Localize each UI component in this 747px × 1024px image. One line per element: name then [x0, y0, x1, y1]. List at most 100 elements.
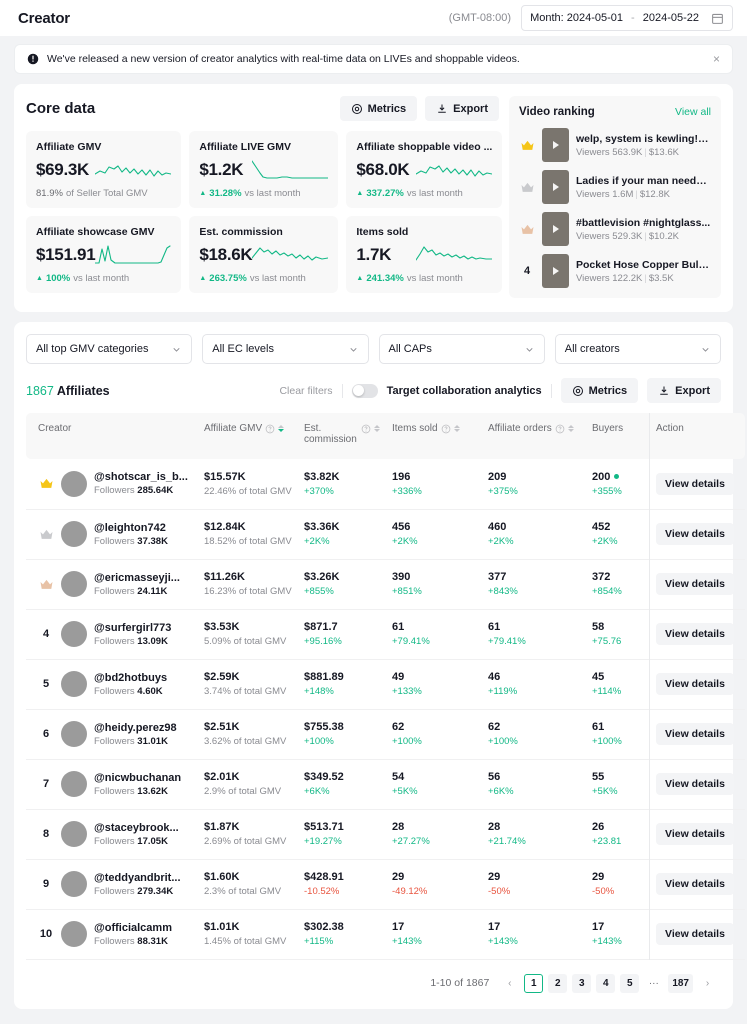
video-thumbnail[interactable] [542, 170, 569, 204]
video-ranking-item[interactable]: #battlevision #nightglass... Viewers 529.… [519, 208, 711, 250]
table-cell: 61 +100% [586, 709, 650, 759]
cell-value: $428.91 [304, 871, 344, 883]
video-ranking-item[interactable]: Ladies if your man needs ... Viewers 1.6M… [519, 166, 711, 208]
filter-label: All creators [564, 343, 620, 355]
pagination-page-last[interactable]: 187 [668, 973, 693, 993]
table-cell: 45 +114% [586, 659, 650, 709]
cell-delta: +5K% [592, 786, 618, 797]
table-header-affiliate-gmv[interactable]: Affiliate GMV [198, 413, 298, 459]
table-row[interactable]: @ericmasseyji... Followers 24.11K $11.26K 1… [26, 559, 745, 609]
sort-toggle[interactable] [567, 424, 574, 432]
cell-delta: +100% [392, 736, 422, 747]
view-details-button[interactable]: View details [656, 472, 734, 495]
help-icon[interactable] [441, 424, 451, 434]
stat-foot-text: vs last month [406, 273, 463, 284]
view-details-button[interactable]: View details [656, 923, 734, 945]
core-metrics-button[interactable]: Metrics [339, 96, 418, 121]
view-details-button[interactable]: View details [656, 523, 734, 545]
action-cell: View details [650, 659, 745, 709]
sort-toggle[interactable] [453, 424, 460, 432]
table-row[interactable]: 4 @surfergirl773 Followers 13.09K $3.53K 5.0… [26, 609, 745, 659]
table-row[interactable]: 9 @teddyandbrit... Followers 279.34K $1.60K… [26, 859, 745, 909]
video-thumbnail[interactable] [542, 212, 569, 246]
view-details-button[interactable]: View details [656, 623, 734, 645]
table-row[interactable]: @leighton742 Followers 37.38K $12.84K 18.52… [26, 509, 745, 559]
filter-caps[interactable]: All CAPs [378, 334, 545, 364]
stat-foot-text: vs last month [244, 188, 301, 199]
video-ranking-view-all-link[interactable]: View all [675, 106, 711, 118]
table-row[interactable]: 7 @nicwbuchanan Followers 13.62K $2.01K 2.9%… [26, 759, 745, 809]
creator-handle[interactable]: @bd2hotbuys [94, 672, 167, 684]
creator-handle[interactable]: @shotscar_is_b... [94, 471, 188, 483]
stat-value: $68.0K [356, 160, 410, 179]
video-ranking-title: Video ranking [519, 106, 595, 118]
help-icon[interactable] [361, 424, 371, 434]
cell-delta: +79.41% [488, 636, 526, 647]
pagination-prev[interactable]: ‹ [500, 974, 519, 993]
table-row[interactable]: 8 @staceybrook... Followers 17.05K $1.87K 2.… [26, 809, 745, 859]
sort-toggle[interactable] [374, 424, 380, 432]
affiliates-panel: All top GMV categories All EC levels All C… [14, 322, 745, 1009]
creator-handle[interactable]: @nicwbuchanan [94, 772, 181, 784]
creator-handle[interactable]: @surfergirl773 [94, 622, 171, 634]
pagination-next[interactable]: › [698, 974, 717, 993]
table-metrics-button[interactable]: Metrics [560, 378, 639, 403]
view-details-button[interactable]: View details [656, 723, 734, 745]
table-row[interactable]: 10 @officialcamm Followers 88.31K $1.01K 1.4… [26, 909, 745, 959]
cell-value: 45 [592, 671, 605, 683]
view-details-button[interactable]: View details [656, 873, 734, 895]
view-details-button[interactable]: View details [656, 773, 734, 795]
view-details-button[interactable]: View details [656, 573, 734, 595]
pagination-page-3[interactable]: 3 [572, 973, 592, 993]
table-row[interactable]: 5 @bd2hotbuys Followers 4.60K $2.59K 3.74% o… [26, 659, 745, 709]
cell-delta: +79.41% [392, 636, 430, 647]
action-cell: View details [650, 559, 745, 609]
video-title: welp, system is kewling! #... [576, 132, 711, 145]
stat-foot-value: 100% [45, 273, 71, 284]
view-details-button[interactable]: View details [656, 673, 734, 695]
affiliates-table-wrap: Creator Affiliate GMV Est. commission Items… [26, 413, 745, 960]
sort-toggle[interactable] [278, 424, 285, 432]
pagination-page-4[interactable]: 4 [596, 973, 616, 993]
creator-handle[interactable]: @staceybrook... [94, 822, 179, 834]
table-cell: 17 +143% [386, 909, 482, 959]
creator-handle[interactable]: @officialcamm [94, 922, 172, 934]
table-header-buyers: Buyers [586, 413, 650, 459]
creator-handle[interactable]: @ericmasseyji... [94, 572, 180, 584]
target-collaboration-toggle[interactable] [351, 383, 378, 398]
date-range-picker[interactable]: Month: 2024-05-01 - 2024-05-22 [521, 5, 733, 31]
view-details-button[interactable]: View details [656, 823, 734, 845]
action-cell: View details [650, 459, 745, 509]
table-cell: 61 +79.41% [386, 609, 482, 659]
table-row[interactable]: 6 @heidy.perez98 Followers 31.01K $2.51K 3.6… [26, 709, 745, 759]
table-header-items-sold[interactable]: Items sold [386, 413, 482, 459]
filter-ec-levels[interactable]: All EC levels [202, 334, 369, 364]
pagination-page-2[interactable]: 2 [548, 973, 568, 993]
table-header-est-commission[interactable]: Est. commission [298, 413, 386, 459]
creator-handle[interactable]: @leighton742 [94, 522, 168, 534]
clear-filters-button[interactable]: Clear filters [279, 385, 332, 397]
video-ranking-item[interactable]: 4 Pocket Hose Copper Bulle... Viewers 122.… [519, 250, 711, 292]
pagination-page-1[interactable]: 1 [524, 973, 544, 993]
cell-value: 61 [592, 721, 605, 733]
table-export-button[interactable]: Export [647, 378, 721, 403]
rank-number: 8 [42, 828, 50, 840]
table-header-affiliate-orders[interactable]: Affiliate orders [482, 413, 586, 459]
affiliates-count-label: Affiliates [56, 383, 110, 398]
close-icon[interactable]: × [713, 53, 720, 65]
cell-value: 62 [392, 721, 405, 733]
export-icon [438, 104, 446, 113]
creator-handle[interactable]: @heidy.perez98 [94, 722, 177, 734]
video-ranking-item[interactable]: welp, system is kewling! #... Viewers 563… [519, 124, 711, 166]
video-thumbnail[interactable] [542, 254, 569, 288]
filter-creators[interactable]: All creators [554, 334, 721, 364]
table-row[interactable]: @shotscar_is_b... Followers 285.64K $15.57… [26, 459, 745, 509]
help-icon[interactable] [555, 424, 565, 434]
pagination-page-5[interactable]: 5 [620, 973, 640, 993]
help-icon[interactable] [265, 424, 275, 434]
video-thumbnail[interactable] [542, 128, 569, 162]
core-export-button[interactable]: Export [425, 96, 499, 121]
creator-handle[interactable]: @teddyandbrit... [94, 872, 181, 884]
sparkline-chart [416, 165, 493, 177]
filter-gmv-categories[interactable]: All top GMV categories [26, 334, 193, 364]
